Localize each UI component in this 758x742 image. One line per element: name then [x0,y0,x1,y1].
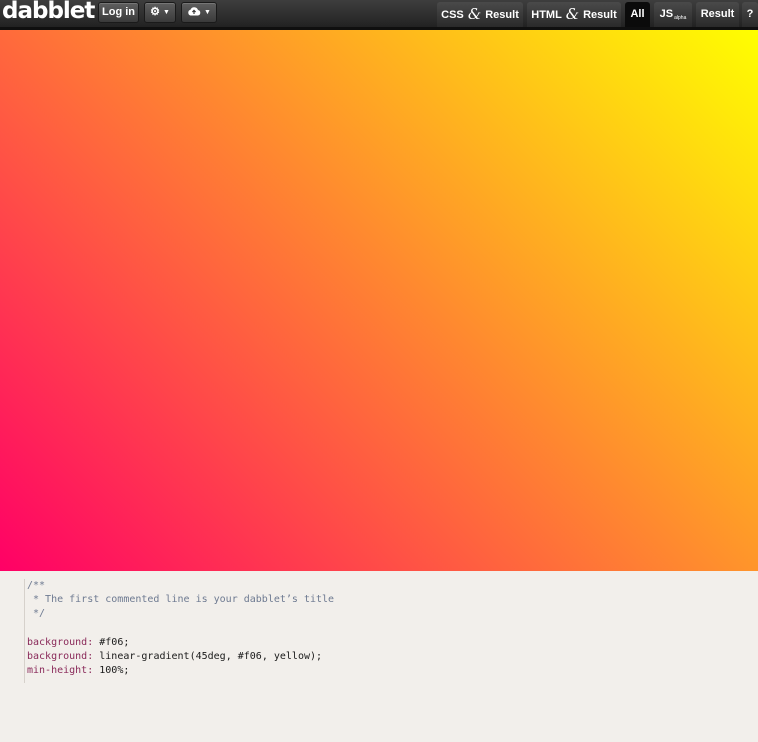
tab-label: Result [583,9,617,21]
css-value: linear-gradient(45deg, #f06, yellow); [93,651,323,663]
tab-result[interactable]: Result [696,2,739,27]
alpha-badge: alpha [674,15,687,21]
ampersand-icon: & [565,5,580,23]
ampersand-icon: & [467,5,482,23]
css-editor[interactable]: /** * The first commented line is your d… [0,571,758,742]
tab-label: CSS [441,9,464,21]
css-code[interactable]: /** * The first commented line is your d… [27,579,334,678]
chevron-down-icon: ▼ [204,9,211,16]
tab-html-result[interactable]: HTML & Result [527,2,621,27]
comment-line: * The first commented line is your dabbl… [27,594,335,606]
comment-line: */ [27,608,46,620]
login-button[interactable]: Log in [98,2,139,23]
comment-line: /** [27,580,46,591]
top-toolbar: dabblet Log in ⚙ ▼ ▼ CSS & Result HTML & … [0,0,758,30]
css-value: 100%; [93,665,130,677]
chevron-down-icon: ▼ [162,9,170,16]
css-property: background [27,651,88,663]
tab-js[interactable]: JSalpha [654,2,692,27]
tab-css-result[interactable]: CSS & Result [437,2,523,27]
css-property: background [27,636,88,648]
cloud-icon [187,6,201,16]
dabblet-logo[interactable]: dabblet [2,0,95,24]
help-button[interactable]: ? [742,2,758,27]
tab-label: Result [485,9,519,21]
result-preview [0,30,758,571]
editor-gutter [24,579,25,683]
cloud-menu-button[interactable]: ▼ [181,2,217,23]
settings-menu-button[interactable]: ⚙ ▼ [144,2,176,23]
css-property: min-height [27,665,88,677]
tab-label: HTML [531,9,562,21]
tab-label: JS [659,8,674,20]
tab-all[interactable]: All [625,2,650,27]
css-value: #f06; [93,636,130,648]
gear-icon: ⚙ [150,6,160,18]
